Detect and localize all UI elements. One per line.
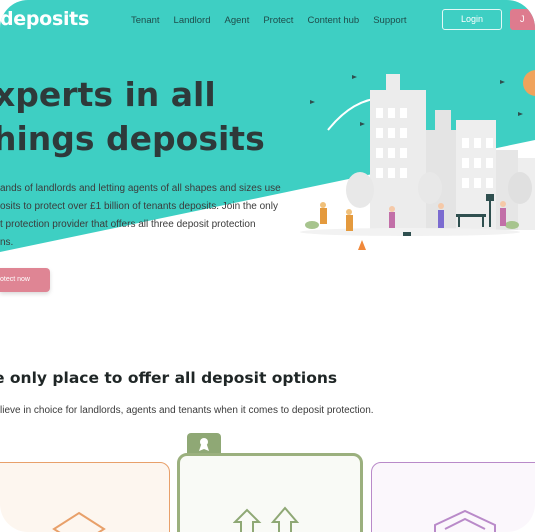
nav-link-protect[interactable]: Protect — [263, 15, 293, 26]
section-title: e only place to offer all deposit option… — [0, 369, 338, 387]
join-button[interactable]: J — [510, 9, 535, 30]
section-subtitle: lieve in choice for landlords, agents an… — [0, 405, 374, 416]
box-icon — [434, 509, 496, 532]
hero-text-line: ns. — [0, 237, 14, 248]
page-frame: deposits Tenant Landlord Agent Protect C… — [0, 0, 535, 532]
nav-link-tenant[interactable]: Tenant — [131, 15, 160, 26]
hero-title-line-1: xperts in all — [0, 75, 216, 114]
top-navigation: deposits Tenant Landlord Agent Protect C… — [0, 0, 535, 42]
nav-link-content-hub[interactable]: Content hub — [307, 15, 359, 26]
hero-text-line: t protection provider that offers all th… — [0, 219, 256, 230]
hero-text-line: osits to protect over £1 billion of tena… — [0, 201, 278, 212]
deposit-option-card-featured[interactable] — [177, 453, 363, 532]
upload-arrows-icon — [233, 506, 300, 532]
award-badge — [187, 433, 221, 455]
city-illustration — [300, 74, 535, 250]
hero-description: ands of landlords and letting agents of … — [0, 180, 300, 252]
hero-title: xperts in all hings deposits — [0, 73, 265, 161]
hero-text-line: ands of landlords and letting agents of … — [0, 183, 281, 194]
nav-link-agent[interactable]: Agent — [225, 15, 250, 26]
site-logo[interactable]: deposits — [0, 8, 89, 30]
award-icon — [199, 438, 209, 451]
protect-now-button[interactable]: otect now — [0, 268, 50, 292]
nav-links: Tenant Landlord Agent Protect Content hu… — [131, 15, 421, 26]
deposit-option-card[interactable] — [371, 462, 535, 532]
nav-link-support[interactable]: Support — [373, 15, 406, 26]
nav-link-landlord[interactable]: Landlord — [174, 15, 211, 26]
hero-title-line-2: hings deposits — [0, 119, 265, 158]
box-icon — [52, 511, 106, 532]
login-button[interactable]: Login — [442, 9, 502, 30]
deposit-option-card[interactable] — [0, 462, 170, 532]
